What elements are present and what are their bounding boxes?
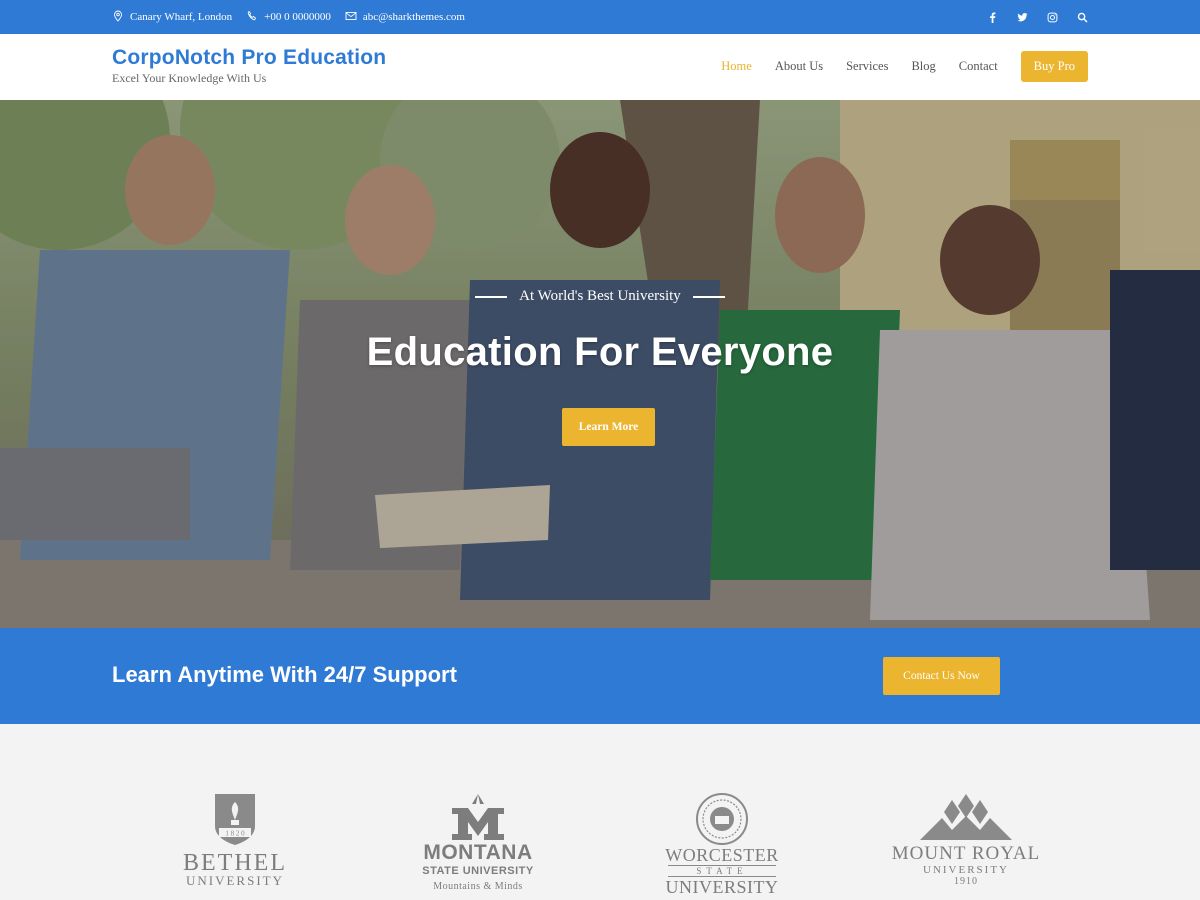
logo-worcester-state-university: WORCESTER STATE UNIVERSITY: [664, 792, 780, 896]
brand[interactable]: CorpoNotch Pro Education Excel Your Know…: [112, 46, 386, 86]
hero-title: Education For Everyone: [366, 330, 834, 374]
logo-montana-state-university: MONTANA STATE UNIVERSITY Mountains & Min…: [415, 792, 541, 894]
site-title[interactable]: CorpoNotch Pro Education: [112, 46, 386, 70]
nav-item-about[interactable]: About Us: [775, 59, 823, 74]
learn-more-button[interactable]: Learn More: [562, 408, 655, 446]
twitter-icon[interactable]: [1016, 11, 1028, 23]
instagram-icon[interactable]: [1046, 11, 1058, 23]
bethel-shield-icon: 1 8 2 0: [215, 794, 255, 845]
mount-royal-peaks-icon: [920, 794, 1012, 840]
cta-text: Learn Anytime With 24/7 Support: [112, 662, 457, 687]
nav-item-home[interactable]: Home: [721, 59, 752, 74]
site-tagline: Excel Your Knowledge With Us: [112, 71, 267, 85]
mail-icon: [345, 10, 357, 25]
contact-info: Canary Wharf, London +00 0 0000000 abc@s…: [112, 10, 465, 25]
kicker-line-left: [475, 295, 508, 298]
logo-bethel-university: 1 8 2 0 BETHEL UNIVERSITY: [170, 792, 300, 888]
main-nav: Home About Us Services Blog Contact Buy …: [721, 51, 1088, 82]
top-bar: Canary Wharf, London +00 0 0000000 abc@s…: [0, 0, 1200, 34]
email-text: abc@sharkthemes.com: [362, 11, 465, 23]
address-text: Canary Wharf, London: [130, 11, 233, 23]
cta-band: Learn Anytime With 24/7 Support Contact …: [0, 628, 1200, 724]
facebook-icon[interactable]: [986, 11, 998, 23]
phone-icon: [246, 10, 258, 25]
bethel-year: 1 8 2 0: [225, 830, 245, 838]
worcester-mid: STATE: [668, 865, 776, 877]
montana-sub: STATE UNIVERSITY: [422, 865, 534, 877]
site-header: CorpoNotch Pro Education Excel Your Know…: [0, 34, 1200, 100]
nav-item-contact[interactable]: Contact: [959, 59, 998, 74]
kicker-line-right: [692, 295, 725, 298]
partner-logos: 1 8 2 0 BETHEL UNIVERSITY MONTANA STATE …: [0, 724, 1200, 900]
nav-item-blog[interactable]: Blog: [911, 59, 935, 74]
logo-mount-royal-university: MOUNT ROYAL UNIVERSITY 1910: [889, 792, 1043, 888]
bethel-sub: UNIVERSITY: [186, 873, 284, 888]
map-pin-icon: [112, 10, 124, 25]
phone-item[interactable]: +00 0 0000000: [246, 10, 331, 25]
montana-name: MONTANA: [423, 841, 533, 864]
montana-tagline: Mountains & Minds: [433, 881, 523, 892]
mount-royal-year: 1910: [954, 876, 978, 887]
address-item: Canary Wharf, London: [112, 10, 232, 25]
montana-m-icon: [452, 794, 504, 840]
nav-item-services[interactable]: Services: [846, 59, 888, 74]
phone-text: +00 0 0000000: [264, 11, 331, 23]
worcester-sub: UNIVERSITY: [665, 877, 779, 897]
mount-royal-name: MOUNT ROYAL: [891, 843, 1041, 864]
contact-us-now-button[interactable]: Contact Us Now: [883, 657, 1000, 695]
buy-pro-button[interactable]: Buy Pro: [1020, 51, 1088, 82]
mount-royal-sub: UNIVERSITY: [923, 864, 1009, 876]
search-icon[interactable]: [1076, 11, 1088, 23]
worcester-name: WORCESTER: [665, 845, 779, 865]
social-links: [986, 11, 1088, 23]
hero-section: At World's Best University Education For…: [0, 100, 1200, 628]
hero-kicker: At World's Best University: [0, 288, 1200, 305]
worcester-seal-icon: [696, 793, 748, 845]
bethel-name: BETHEL: [183, 850, 287, 876]
hero-kicker-text: At World's Best University: [519, 288, 681, 304]
email-item[interactable]: abc@sharkthemes.com: [345, 10, 465, 25]
